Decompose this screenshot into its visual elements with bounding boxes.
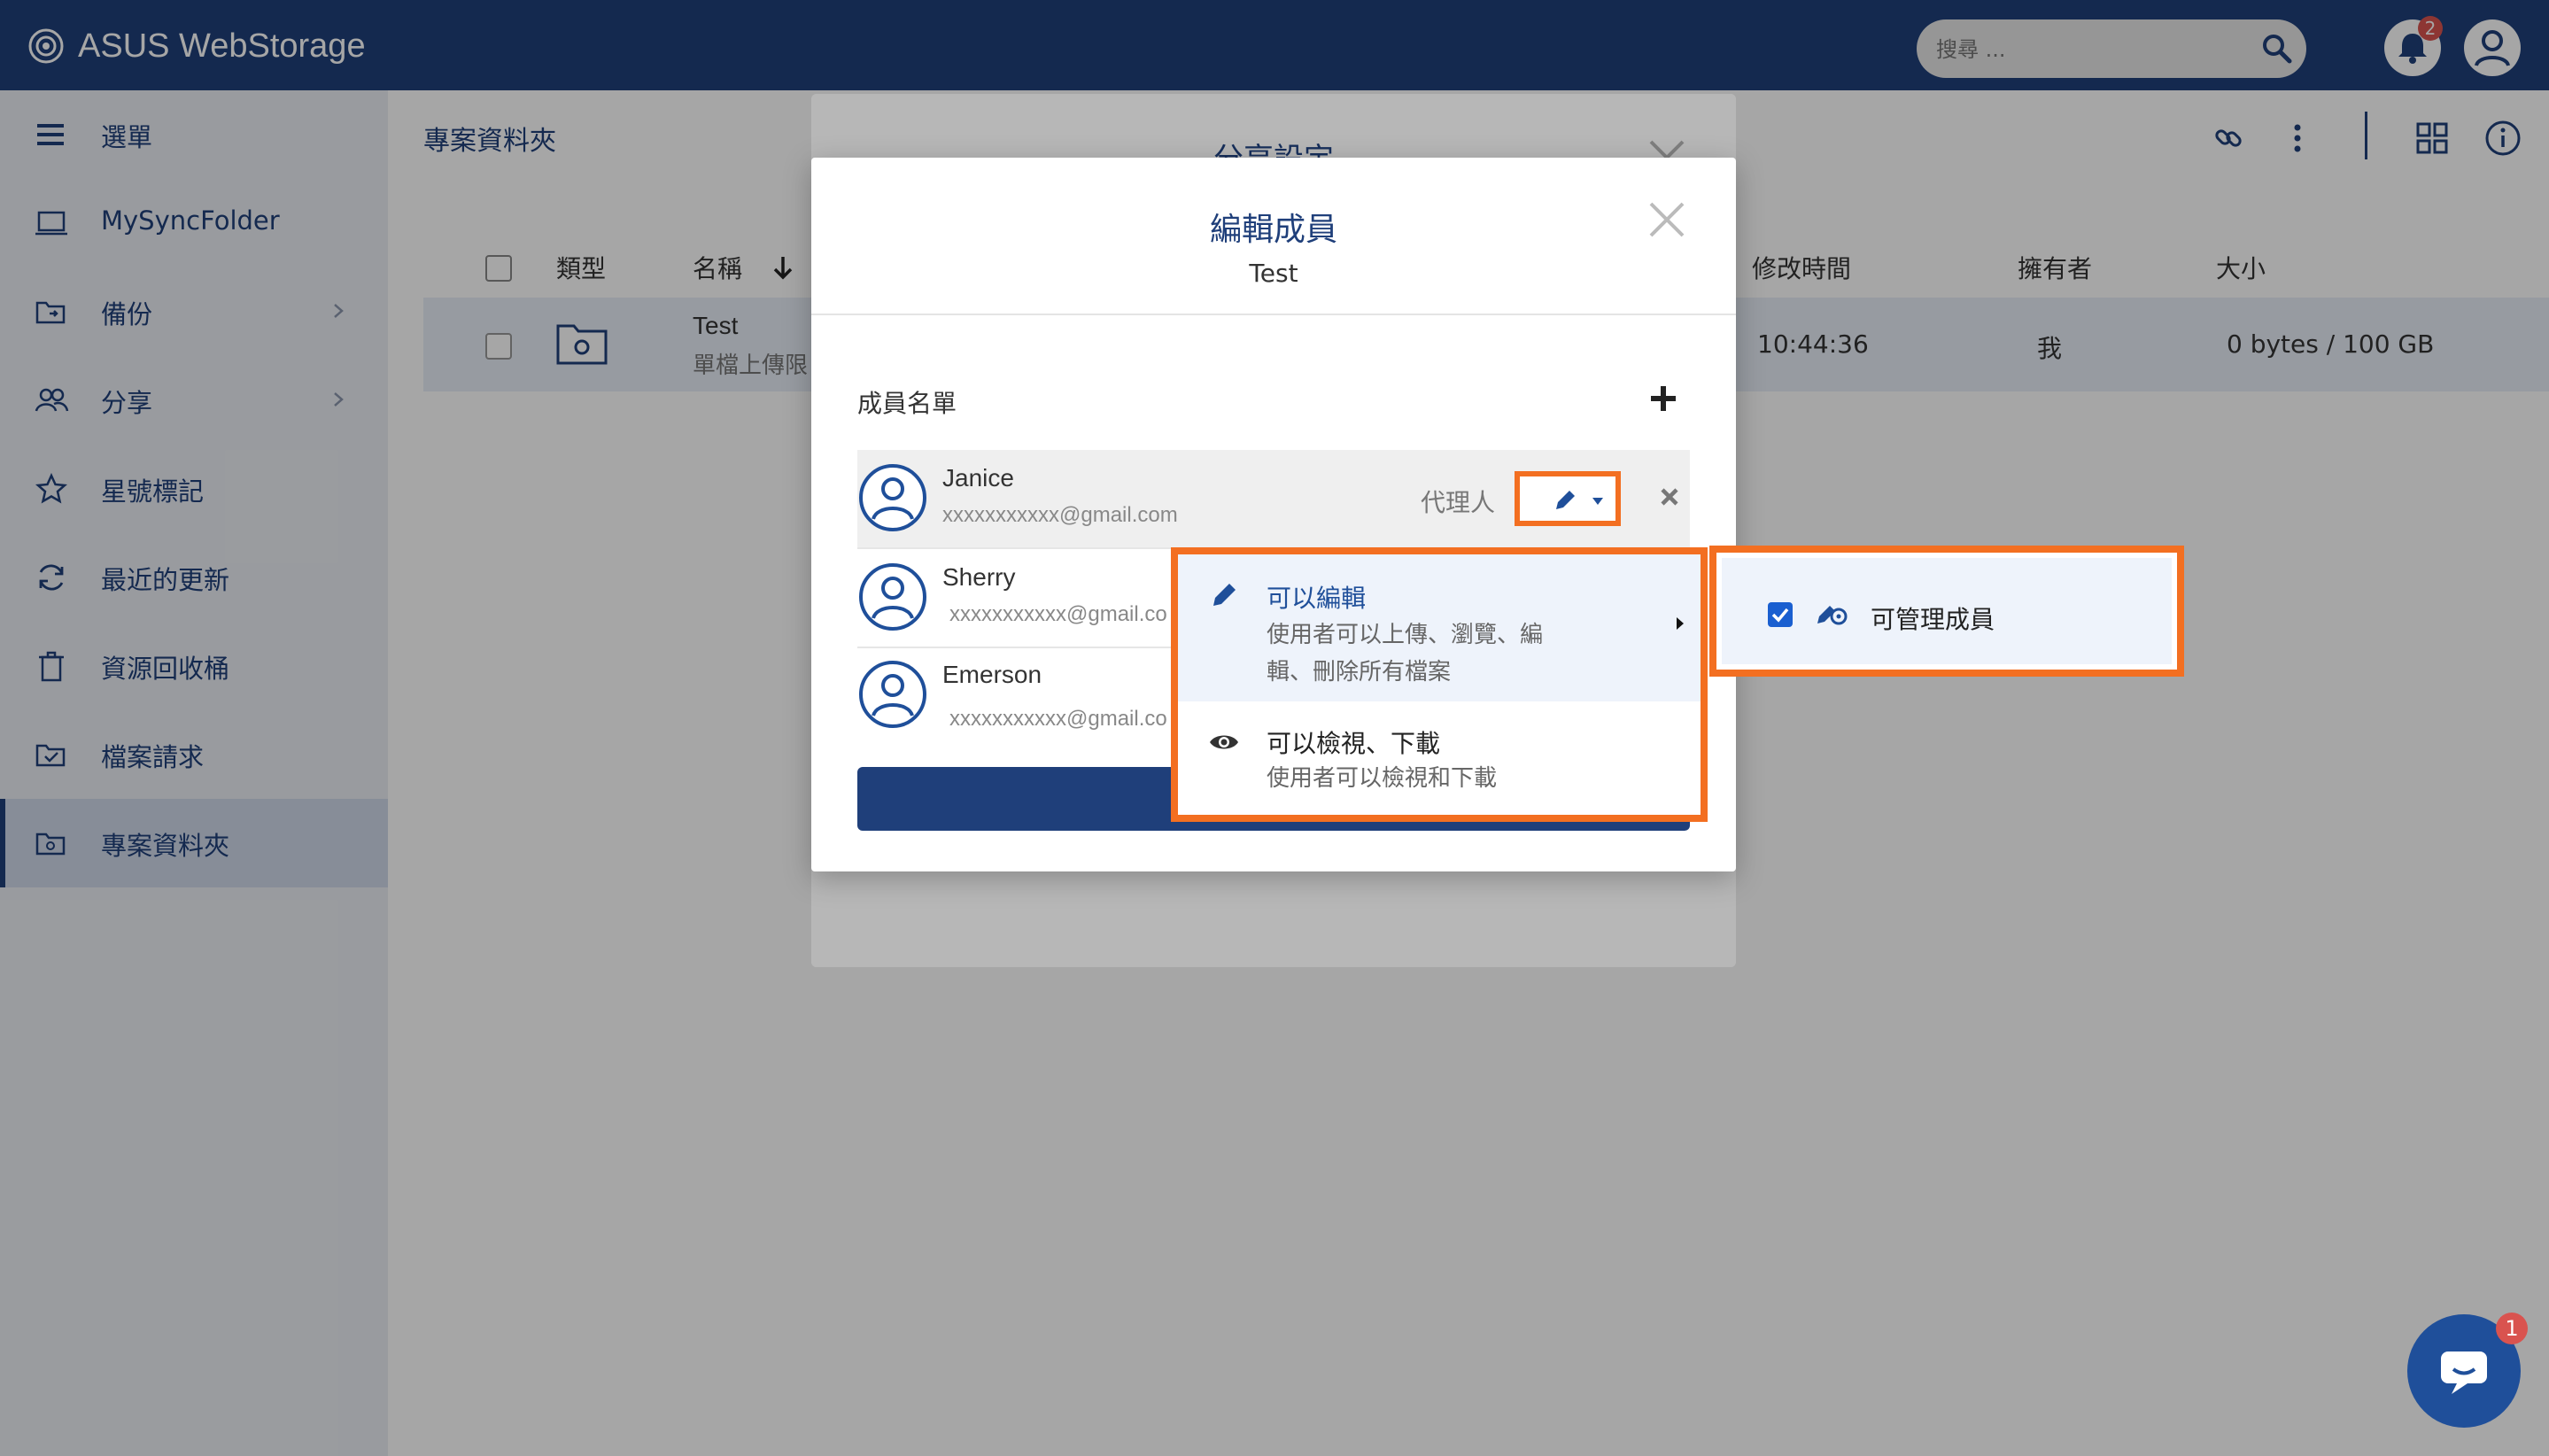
manage-members-icon (1817, 606, 1848, 625)
caret-down-icon (1592, 498, 1603, 505)
menu-item-desc: 輯、刪除所有檔案 (1267, 659, 1452, 685)
close-icon[interactable] (1644, 197, 1690, 243)
submenu-arrow-icon (1677, 617, 1684, 630)
remove-member-icon[interactable] (1656, 484, 1683, 510)
permission-menu: 可以編輯 使用者可以上傳、瀏覽、編 輯、刪除所有檔案 可以檢視、下載 使用者可以… (1171, 547, 1708, 822)
member-role: 代理人 (1421, 488, 1496, 517)
pencil-icon (1213, 584, 1236, 606)
menu-item-title: 可以檢視、下載 (1267, 729, 1441, 758)
menu-item-desc: 使用者可以檢視和下載 (1267, 765, 1498, 792)
manage-members-checkbox[interactable] (1768, 602, 1793, 627)
member-name: Janice (942, 464, 1014, 492)
menu-item-can-view[interactable]: 可以檢視、下載 使用者可以檢視和下載 (1178, 701, 1701, 815)
menu-item-title: 可以編輯 (1267, 584, 1367, 613)
submenu-label: 可管理成員 (1871, 605, 1995, 634)
member-name: Emerson (942, 661, 1042, 688)
user-avatar-icon (859, 464, 926, 531)
dialog-title: 編輯成員 (1209, 212, 1337, 248)
user-avatar-icon (859, 661, 926, 728)
member-email: xxxxxxxxxxx@gmail.co (949, 602, 1167, 626)
dialog-subtitle: Test (1249, 259, 1298, 288)
member-name: Sherry (942, 563, 1016, 591)
eye-icon (1210, 735, 1238, 749)
user-avatar-icon (859, 563, 926, 631)
menu-item-can-edit[interactable]: 可以編輯 使用者可以上傳、瀏覽、編 輯、刪除所有檔案 (1178, 554, 1701, 701)
menu-item-desc: 使用者可以上傳、瀏覽、編 (1267, 622, 1544, 648)
permission-dropdown-button[interactable] (1515, 471, 1621, 526)
member-row[interactable]: Janice xxxxxxxxxxx@gmail.com 代理人 (857, 450, 1690, 549)
permission-submenu: 可管理成員 (1709, 546, 2184, 677)
divider (811, 314, 1736, 315)
chat-badge: 1 (2496, 1313, 2528, 1344)
submenu-item-manage-members[interactable]: 可管理成員 (1722, 558, 2172, 664)
member-email: xxxxxxxxxxx@gmail.com (942, 503, 1178, 527)
add-member-icon[interactable] (1647, 383, 1679, 414)
member-email: xxxxxxxxxxx@gmail.co (949, 707, 1167, 731)
members-list-label: 成員名單 (857, 389, 957, 418)
chat-button[interactable]: 1 (2407, 1313, 2528, 1428)
pencil-icon (1556, 491, 1575, 509)
check-icon (1771, 608, 1789, 623)
